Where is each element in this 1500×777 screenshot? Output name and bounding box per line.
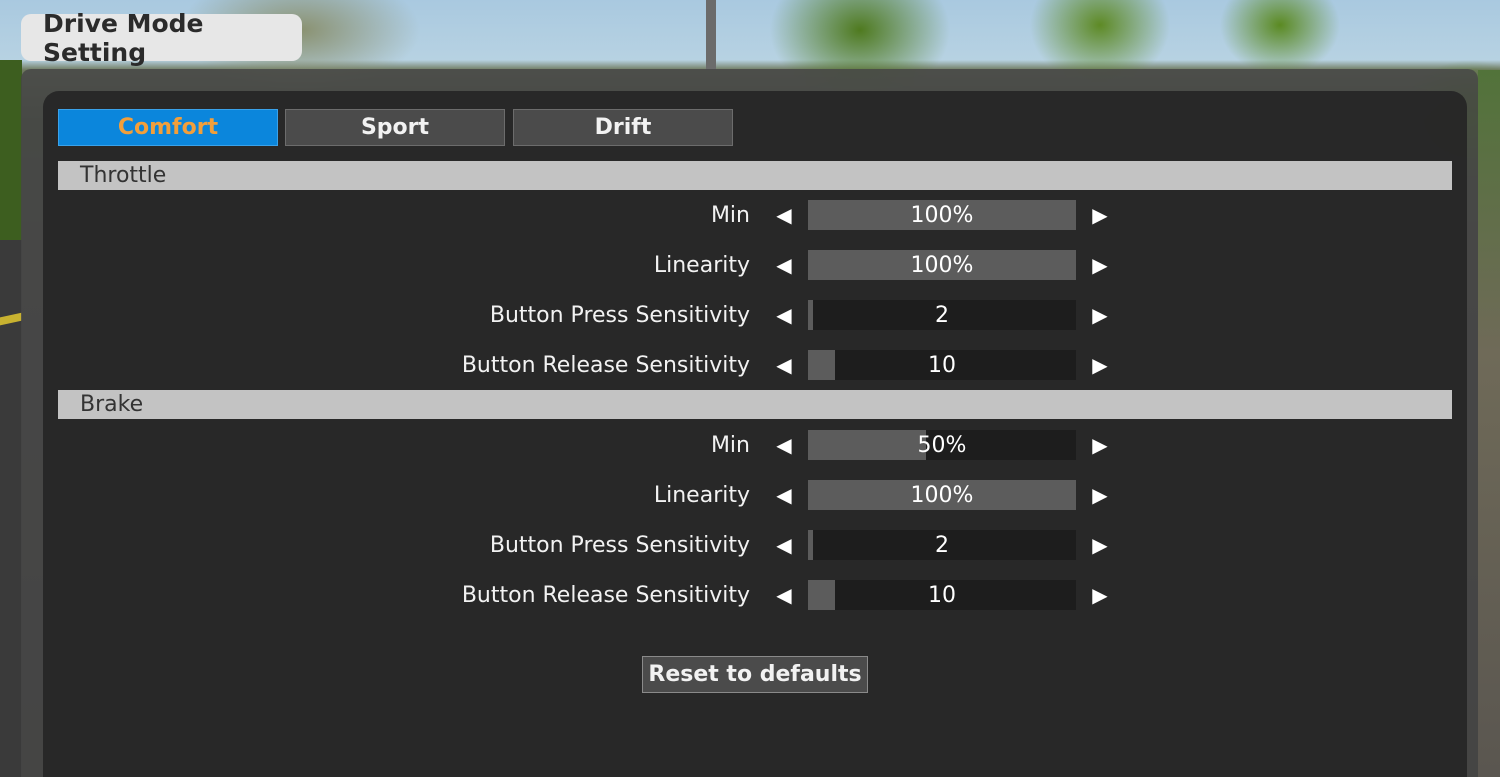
- reset-to-defaults-button[interactable]: Reset to defaults: [642, 656, 868, 693]
- decrease-arrow-icon[interactable]: ◀: [772, 350, 796, 380]
- slider-value: 100%: [910, 202, 974, 228]
- value-slider[interactable]: 100%: [808, 200, 1076, 230]
- value-slider[interactable]: 10: [808, 350, 1076, 380]
- setting-label: Button Press Sensitivity: [489, 532, 750, 558]
- decrease-arrow-icon[interactable]: ◀: [772, 300, 796, 330]
- setting-row-brake-press-sensitivity: Button Press Sensitivity ◀ 2 ▶: [0, 530, 1500, 560]
- setting-row-throttle-release-sensitivity: Button Release Sensitivity ◀ 10 ▶: [0, 350, 1500, 380]
- value-slider[interactable]: 2: [808, 530, 1076, 560]
- tab-drift[interactable]: Drift: [513, 109, 733, 146]
- setting-label: Button Release Sensitivity: [461, 352, 750, 378]
- increase-arrow-icon[interactable]: ▶: [1088, 300, 1112, 330]
- slider-value: 100%: [910, 252, 974, 278]
- tab-comfort[interactable]: Comfort: [58, 109, 278, 146]
- decrease-arrow-icon[interactable]: ◀: [772, 250, 796, 280]
- increase-arrow-icon[interactable]: ▶: [1088, 250, 1112, 280]
- increase-arrow-icon[interactable]: ▶: [1088, 530, 1112, 560]
- section-header-brake: Brake: [58, 390, 1452, 419]
- increase-arrow-icon[interactable]: ▶: [1088, 580, 1112, 610]
- tab-sport[interactable]: Sport: [285, 109, 505, 146]
- value-slider[interactable]: 10: [808, 580, 1076, 610]
- decrease-arrow-icon[interactable]: ◀: [772, 480, 796, 510]
- slider-value: 10: [928, 352, 956, 378]
- decrease-arrow-icon[interactable]: ◀: [772, 430, 796, 460]
- background-pole: [706, 0, 716, 70]
- increase-arrow-icon[interactable]: ▶: [1088, 430, 1112, 460]
- slider-value: 100%: [910, 482, 974, 508]
- setting-label: Button Press Sensitivity: [489, 302, 750, 328]
- setting-label: Min: [710, 432, 750, 458]
- setting-label: Button Release Sensitivity: [461, 582, 750, 608]
- background-right-edge: [1478, 70, 1500, 777]
- setting-label: Min: [710, 202, 750, 228]
- section-header-throttle: Throttle: [58, 161, 1452, 190]
- value-slider[interactable]: 100%: [808, 480, 1076, 510]
- value-slider[interactable]: 2: [808, 300, 1076, 330]
- setting-label: Linearity: [653, 252, 750, 278]
- slider-value: 2: [935, 532, 949, 558]
- decrease-arrow-icon[interactable]: ◀: [772, 580, 796, 610]
- decrease-arrow-icon[interactable]: ◀: [772, 530, 796, 560]
- slider-value: 50%: [917, 432, 967, 458]
- increase-arrow-icon[interactable]: ▶: [1088, 350, 1112, 380]
- window-title: Drive Mode Setting: [21, 9, 302, 67]
- value-slider[interactable]: 50%: [808, 430, 1076, 460]
- setting-label: Linearity: [653, 482, 750, 508]
- setting-row-brake-release-sensitivity: Button Release Sensitivity ◀ 10 ▶: [0, 580, 1500, 610]
- slider-value: 10: [928, 582, 956, 608]
- decrease-arrow-icon[interactable]: ◀: [772, 200, 796, 230]
- setting-row-brake-min: Min ◀ 50% ▶: [0, 430, 1500, 460]
- setting-row-throttle-linearity: Linearity ◀ 100% ▶: [0, 250, 1500, 280]
- increase-arrow-icon[interactable]: ▶: [1088, 200, 1112, 230]
- slider-value: 2: [935, 302, 949, 328]
- value-slider[interactable]: 100%: [808, 250, 1076, 280]
- setting-row-brake-linearity: Linearity ◀ 100% ▶: [0, 480, 1500, 510]
- setting-row-throttle-press-sensitivity: Button Press Sensitivity ◀ 2 ▶: [0, 300, 1500, 330]
- increase-arrow-icon[interactable]: ▶: [1088, 480, 1112, 510]
- setting-row-throttle-min: Min ◀ 100% ▶: [0, 200, 1500, 230]
